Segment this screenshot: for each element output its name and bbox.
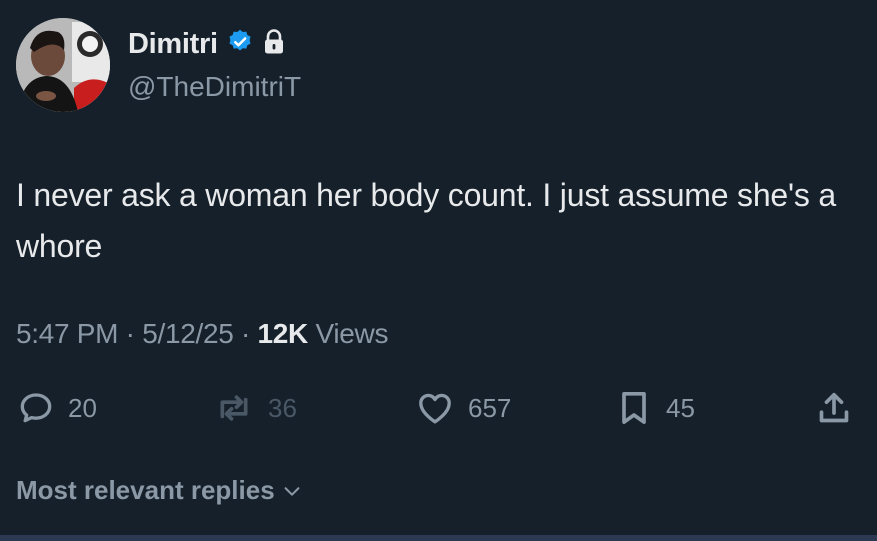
share-button[interactable] [814,386,854,430]
repost-count: 36 [268,392,297,423]
avatar[interactable] [16,18,110,112]
action-bar: 20 36 657 45 [0,386,877,430]
views-label: Views [315,318,389,349]
chevron-down-icon [284,486,300,496]
repost-button[interactable]: 36 [212,386,297,430]
replies-sort-label: Most relevant replies [16,475,275,505]
meta-separator: · [241,318,251,349]
tweet-meta: 5:47 PM · 5/12/25 · 12K Views [16,318,388,350]
like-button[interactable]: 657 [414,386,511,430]
author-name[interactable]: Dimitri [128,28,218,61]
bookmark-count: 45 [666,392,695,423]
reply-button[interactable]: 20 [16,386,97,430]
author-name-row: Dimitri [128,28,286,61]
author-handle[interactable]: @TheDimitriT [128,71,301,103]
verified-badge-icon [226,28,254,61]
tweet-screenshot: Dimitri @TheDimitriT I never ask a woman… [0,0,877,541]
like-count: 657 [468,392,512,423]
heart-icon [419,393,451,424]
bookmark-icon [622,392,646,424]
bookmark-button[interactable]: 45 [614,386,695,430]
bottom-edge-bar [0,535,877,541]
meta-separator: · [125,318,135,349]
avatar-image [16,18,110,112]
tweet-time[interactable]: 5:47 PM [16,318,118,349]
tweet-text: I never ask a woman her body count. I ju… [16,177,837,264]
replies-sort-dropdown[interactable]: Most relevant replies [16,475,303,506]
lock-icon [262,29,286,60]
share-icon [819,392,849,423]
repost-icon [220,395,248,421]
views-count: 12K [257,318,309,349]
reply-count: 20 [68,392,97,423]
tweet-date[interactable]: 5/12/25 [142,318,234,349]
reply-icon [20,393,52,423]
